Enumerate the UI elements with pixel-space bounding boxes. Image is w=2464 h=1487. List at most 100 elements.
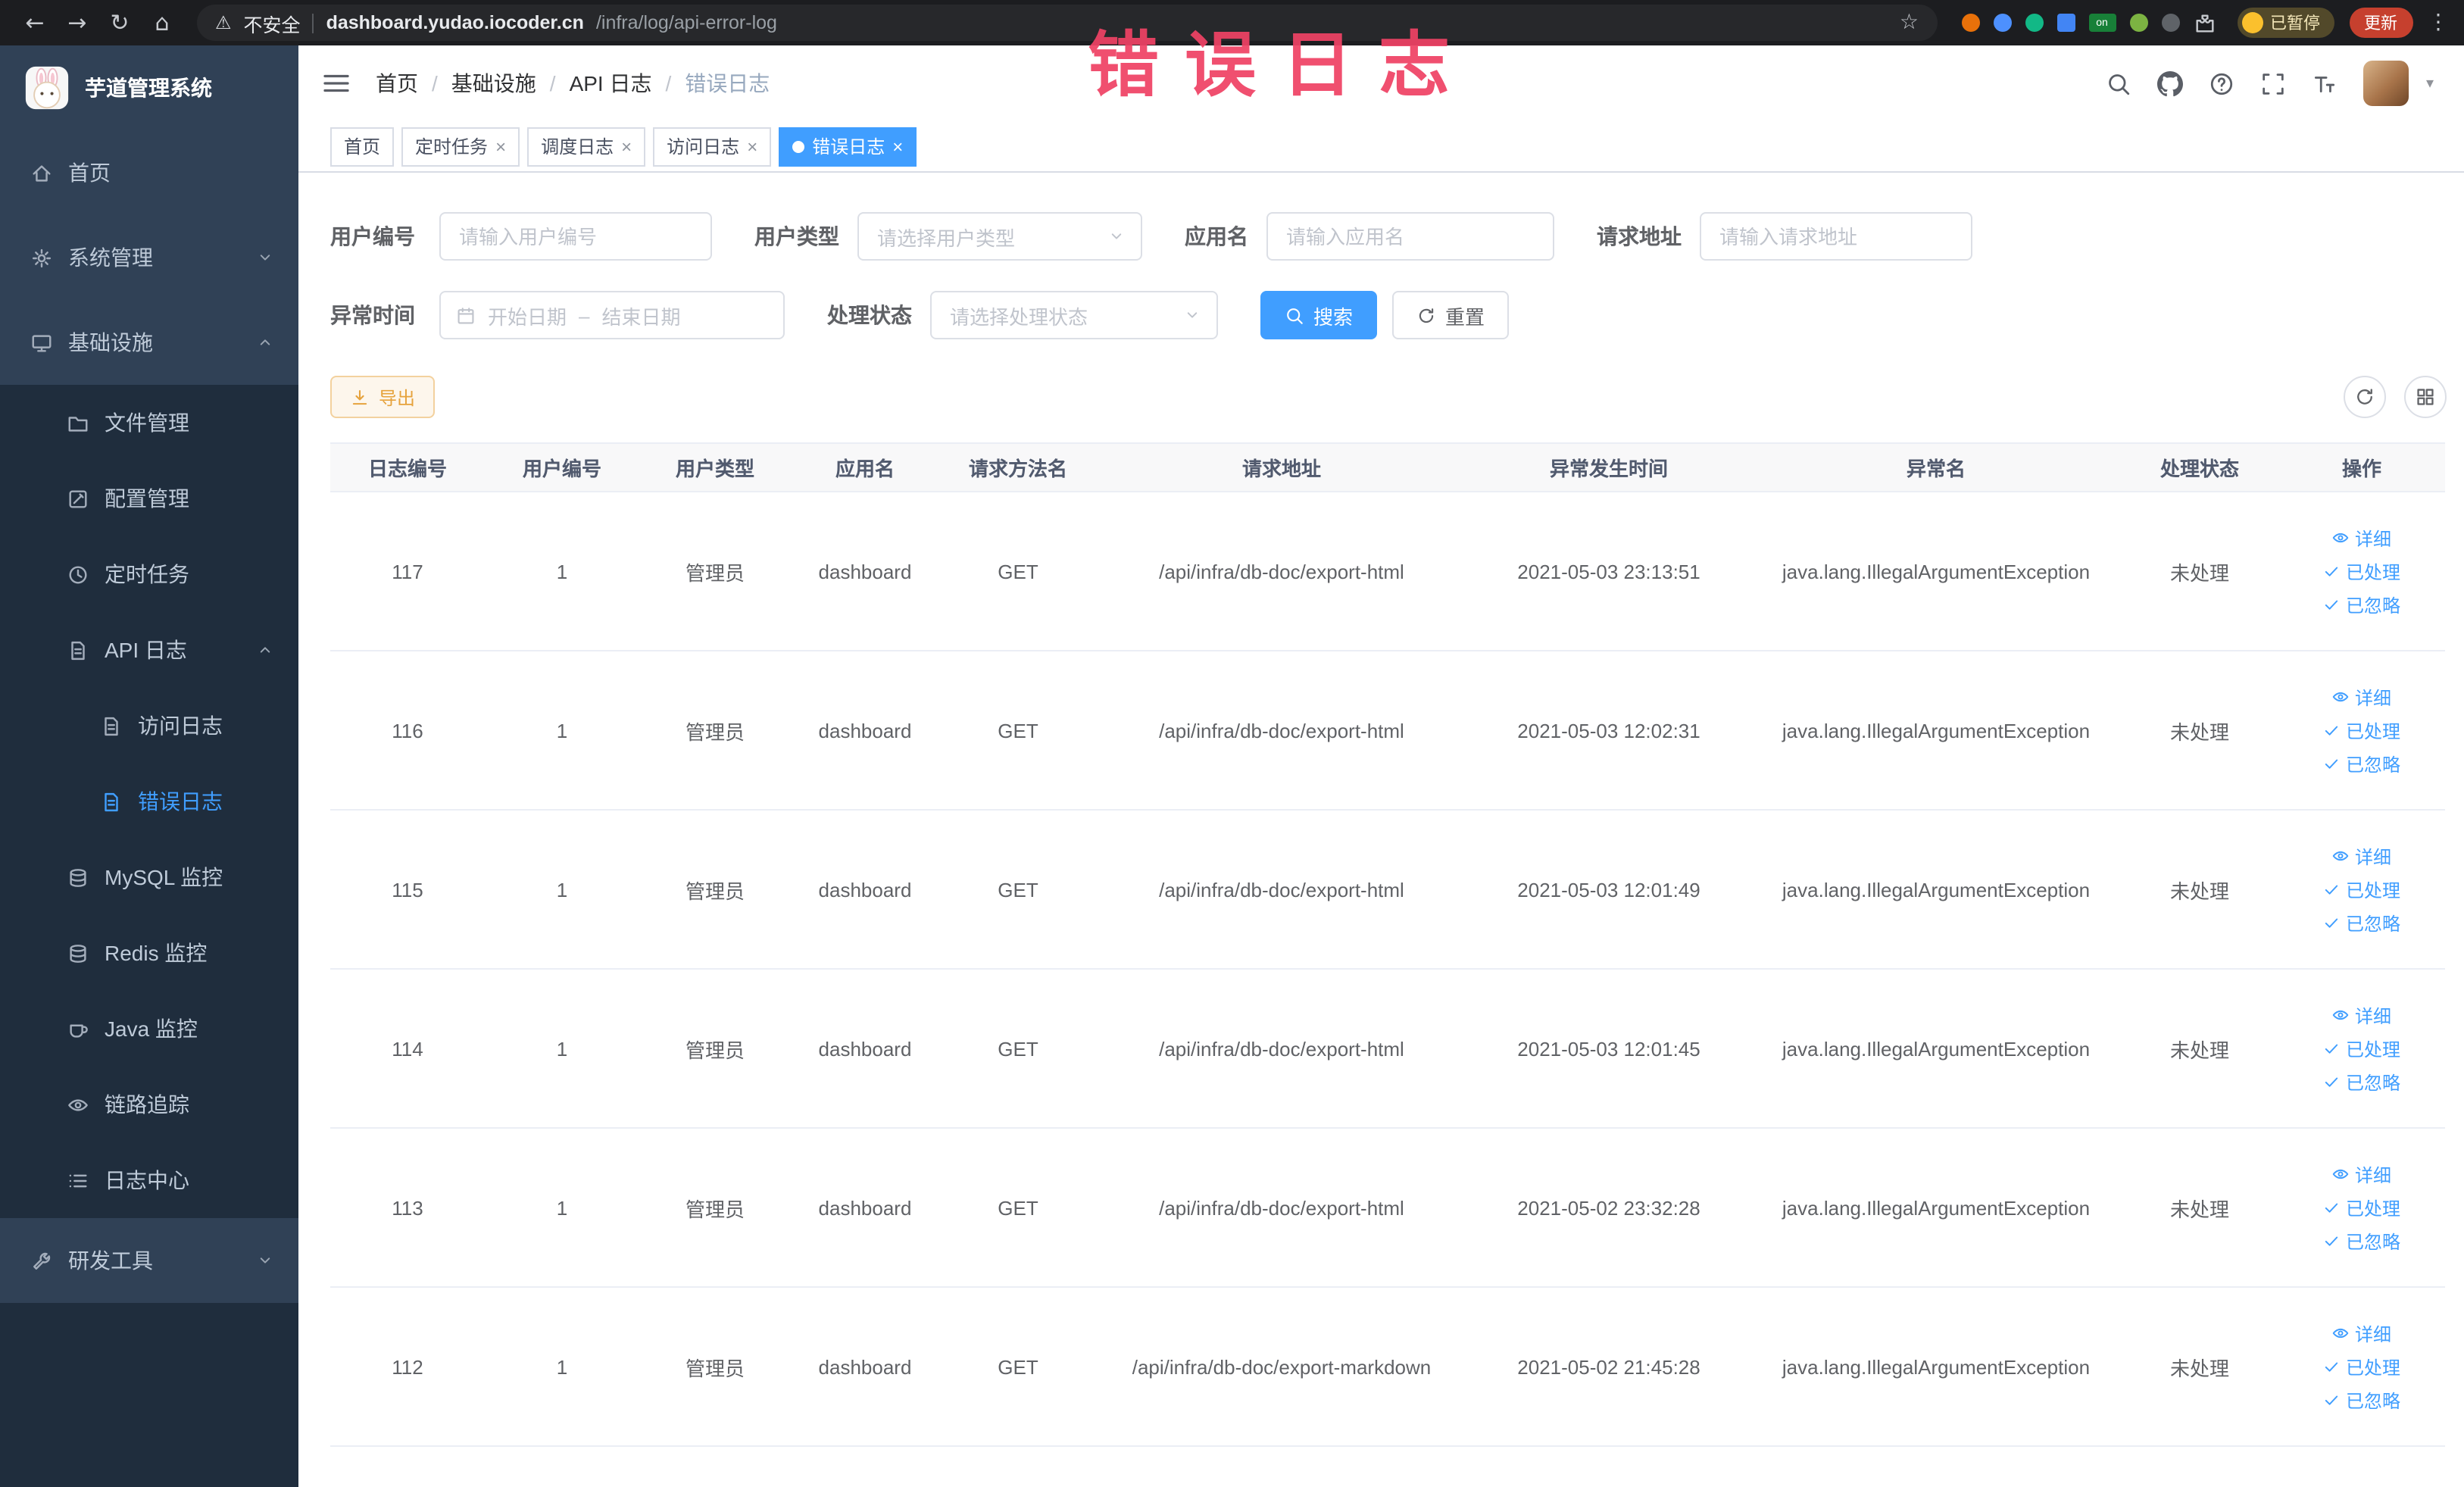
clock-icon [67,563,89,586]
extension-icon-6[interactable] [2161,14,2179,32]
font-size-icon[interactable] [2313,70,2338,96]
app-logo[interactable]: 芋道管理系统 [0,45,298,130]
extensions-puzzle-icon[interactable] [2193,11,2216,34]
help-icon[interactable] [2209,70,2235,96]
tab-home[interactable]: 首页 [330,127,395,166]
sidebar-item-java[interactable]: Java 监控 [0,991,298,1067]
breadcrumb-item[interactable]: 基础设施 [451,68,536,98]
sidebar-item-log-center[interactable]: 日志中心 [0,1142,298,1218]
extension-icon-5[interactable] [2129,14,2147,32]
sidebar-item-system[interactable]: 系统管理 [0,215,298,300]
breadcrumb-separator: / [549,71,556,95]
sidebar-item-config[interactable]: 配置管理 [0,461,298,536]
sidebar: 芋道管理系统 首页 系统管理 基础设施 文件管理 配置管理 定时任务 API 日… [0,45,298,1487]
process-status-select[interactable]: 请选择处理状态 [930,291,1218,339]
breadcrumb-item[interactable]: API 日志 [570,68,652,98]
ignore-link[interactable]: 已忽略 [2323,1069,2400,1095]
column-settings-button[interactable] [2403,376,2446,418]
browser-toolbar: ← → ↻ ⌂ ⚠ 不安全 dashboard.yudao.iocoder.cn… [0,0,2464,45]
sidebar-filler [0,1303,298,1487]
github-icon[interactable] [2158,70,2184,96]
request-url-input[interactable] [1700,212,1972,261]
browser-menu-icon[interactable]: ⋮ [2428,11,2449,35]
extension-icon-2[interactable] [1993,14,2011,32]
breadcrumb-item[interactable]: 首页 [376,68,418,98]
detail-link[interactable]: 详细 [2332,843,2391,869]
chevron-up-icon [256,333,274,351]
ignore-link[interactable]: 已忽略 [2323,1387,2400,1413]
resolve-link[interactable]: 已处理 [2323,717,2400,743]
browser-reload-icon[interactable]: ↻ [100,3,139,42]
detail-link[interactable]: 详细 [2332,1161,2391,1187]
cell-app-name: dashboard [791,492,939,651]
user-id-input[interactable] [439,212,712,261]
avatar-caret-icon[interactable]: ▾ [2426,75,2434,92]
detail-link[interactable]: 详细 [2332,1002,2391,1028]
extension-icon-4[interactable] [2056,14,2075,32]
cell-actions: 详细 已处理 已忽略 [2278,492,2445,651]
app-name-input[interactable] [1266,212,1554,261]
browser-home-icon[interactable]: ⌂ [142,3,182,42]
resolve-link[interactable]: 已处理 [2323,1195,2400,1220]
sidebar-item-error-log[interactable]: 错误日志 [0,764,298,839]
sidebar-item-job[interactable]: 定时任务 [0,536,298,612]
column-header: 操作 [2278,442,2445,492]
browser-update-button[interactable]: 更新 [2349,8,2412,38]
tab-job[interactable]: 定时任务 × [401,127,520,166]
sidebar-item-redis[interactable]: Redis 监控 [0,915,298,991]
ignore-link[interactable]: 已忽略 [2323,751,2400,776]
resolve-link[interactable]: 已处理 [2323,1036,2400,1061]
search-button[interactable]: 搜索 [1260,291,1378,339]
user-type-select[interactable]: 请选择用户类型 [857,212,1142,261]
column-header: 日志编号 [330,442,485,492]
sidebar-item-trace[interactable]: 链路追踪 [0,1067,298,1142]
close-icon[interactable]: × [892,136,903,157]
extension-on-badge[interactable]: on [2088,14,2116,32]
table-row: 115 1 管理员 dashboard GET /api/infra/db-do… [330,810,2445,970]
detail-link[interactable]: 详细 [2332,684,2391,710]
close-icon[interactable]: × [747,136,757,157]
search-icon[interactable] [2106,70,2132,96]
resolve-link[interactable]: 已处理 [2323,876,2400,902]
tab-access-log[interactable]: 访问日志 × [653,127,772,166]
address-bar[interactable]: ⚠ 不安全 dashboard.yudao.iocoder.cn /infra/… [197,5,1937,41]
reset-button[interactable]: 重置 [1392,291,1510,339]
close-icon[interactable]: × [495,136,506,157]
sidebar-item-api-log[interactable]: API 日志 [0,612,298,688]
sidebar-item-access-log[interactable]: 访问日志 [0,688,298,764]
detail-link[interactable]: 详细 [2332,1320,2391,1346]
hamburger-icon[interactable] [321,68,351,98]
sidebar-item-devtools[interactable]: 研发工具 [0,1218,298,1303]
document-icon [100,790,123,813]
check-icon [2323,562,2341,580]
profile-paused-chip[interactable]: 已暂停 [2237,8,2334,38]
tab-error-log[interactable]: 错误日志 × [779,127,917,166]
export-button[interactable]: 导出 [330,376,436,418]
resolve-link[interactable]: 已处理 [2323,1354,2400,1379]
user-avatar[interactable] [2363,61,2409,106]
sidebar-item-file[interactable]: 文件管理 [0,385,298,461]
extension-icon-1[interactable] [1961,14,1979,32]
ignore-link[interactable]: 已忽略 [2323,910,2400,936]
database-icon [67,942,89,964]
ignore-link[interactable]: 已忽略 [2323,592,2400,617]
security-label[interactable]: 不安全 [244,8,301,37]
chevron-down-icon [256,1251,274,1270]
sidebar-item-home[interactable]: 首页 [0,130,298,215]
resolve-link[interactable]: 已处理 [2323,558,2400,584]
extension-icon-3[interactable] [2025,14,2043,32]
tab-job-log[interactable]: 调度日志 × [527,127,646,166]
date-end-placeholder: 结束日期 [601,305,681,328]
sidebar-item-infra[interactable]: 基础设施 [0,300,298,385]
browser-back-icon[interactable]: ← [15,3,55,42]
bookmark-star-icon[interactable]: ☆ [1900,11,1919,35]
sidebar-item-mysql[interactable]: MySQL 监控 [0,839,298,915]
cell-status: 未处理 [2121,1128,2278,1288]
exception-time-range-picker[interactable]: 开始日期 – 结束日期 [439,291,785,339]
refresh-table-button[interactable] [2343,376,2385,418]
fullscreen-icon[interactable] [2261,70,2287,96]
browser-forward-icon[interactable]: → [58,3,97,42]
ignore-link[interactable]: 已忽略 [2323,1228,2400,1254]
detail-link[interactable]: 详细 [2332,525,2391,551]
close-icon[interactable]: × [621,136,632,157]
